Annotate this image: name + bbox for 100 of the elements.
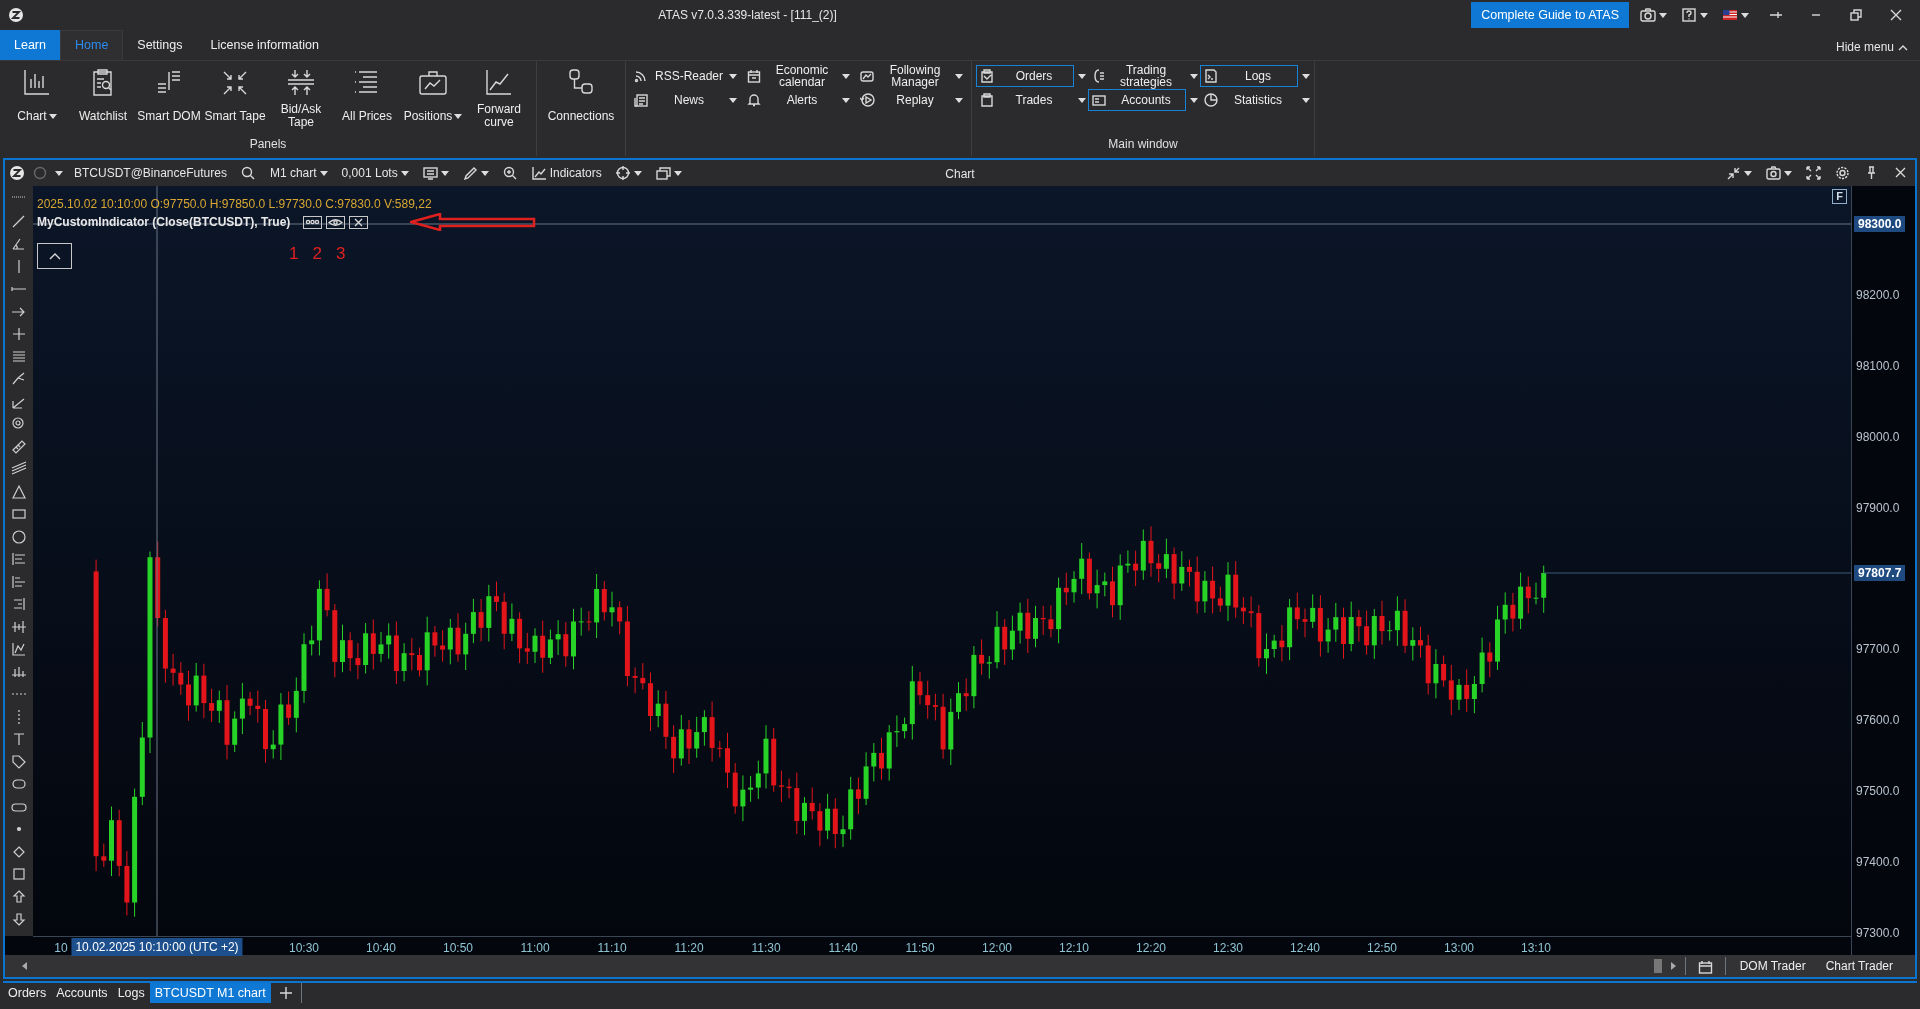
footer-button[interactable]: DOM Trader bbox=[1733, 957, 1812, 975]
down-arrow-icon[interactable] bbox=[10, 910, 28, 927]
caret-icon[interactable] bbox=[955, 97, 963, 103]
hide-menu-button[interactable]: Hide menu bbox=[1832, 38, 1912, 56]
time-label: 13:10 bbox=[1521, 940, 1551, 957]
caret-icon[interactable] bbox=[729, 97, 737, 103]
caret-icon[interactable] bbox=[955, 73, 963, 79]
main-window-button[interactable]: Logs bbox=[1200, 65, 1298, 87]
panel-button[interactable]: Bid/Ask Tape bbox=[268, 63, 334, 131]
cross-icon[interactable] bbox=[10, 325, 28, 342]
caret-icon[interactable] bbox=[440, 170, 449, 176]
caret-icon[interactable] bbox=[480, 170, 489, 176]
document-tab[interactable]: Accounts bbox=[51, 983, 113, 1003]
panel-button[interactable]: All Prices bbox=[334, 63, 400, 131]
chart-icon[interactable] bbox=[10, 640, 28, 657]
ribbon-tool-button[interactable]: Economic calendar bbox=[743, 65, 854, 87]
square-icon[interactable] bbox=[10, 865, 28, 882]
time-label: 12:50 bbox=[1367, 940, 1397, 957]
time-label: 10:40 bbox=[366, 940, 396, 957]
price-label: 98000.0 bbox=[1856, 428, 1900, 445]
caret-icon[interactable] bbox=[1659, 12, 1667, 18]
scroll-thumb[interactable] bbox=[1653, 959, 1662, 973]
group-label: Main window bbox=[1107, 136, 1179, 153]
caret-icon[interactable] bbox=[1700, 12, 1708, 18]
ribbon-tool-button[interactable]: Following Manager bbox=[856, 65, 967, 87]
eye-icon bbox=[327, 217, 345, 227]
main-window-button[interactable]: Trades bbox=[976, 89, 1074, 111]
symbol-button[interactable]: BTCUSDT@BinanceFutures bbox=[71, 164, 230, 182]
caret-icon[interactable] bbox=[633, 170, 642, 176]
tag-icon[interactable] bbox=[10, 752, 28, 770]
caret-icon[interactable] bbox=[1078, 97, 1086, 103]
main-window-button[interactable]: Trading strategies bbox=[1088, 65, 1186, 87]
caret-icon[interactable] bbox=[1784, 170, 1792, 176]
caret-icon[interactable] bbox=[842, 73, 850, 79]
timeframe-dropdown[interactable]: M1 chart bbox=[266, 164, 331, 182]
dots-icon bbox=[304, 217, 322, 227]
remove-button[interactable] bbox=[349, 215, 369, 229]
caret-icon[interactable] bbox=[400, 170, 409, 176]
caret-icon[interactable] bbox=[842, 97, 850, 103]
price-label: 97900.0 bbox=[1856, 499, 1900, 516]
caret-icon[interactable] bbox=[729, 73, 737, 79]
menu-tab[interactable]: License information bbox=[196, 30, 333, 60]
lots-dropdown[interactable]: 0,001 Lots bbox=[338, 164, 412, 182]
crosshair-price-label: 98300.0 bbox=[1854, 216, 1906, 232]
menu-tab[interactable]: Learn bbox=[0, 30, 60, 60]
clipboard-icon bbox=[980, 69, 994, 83]
ribbon-tool-button[interactable]: Replay bbox=[856, 89, 967, 111]
circle-icon[interactable] bbox=[10, 527, 28, 545]
panel-button[interactable]: Watchlist bbox=[70, 63, 136, 131]
time-label: 13:00 bbox=[1444, 940, 1474, 957]
caret-icon[interactable] bbox=[673, 170, 682, 176]
main-window-button[interactable]: Orders bbox=[976, 65, 1074, 87]
camera-button[interactable] bbox=[1637, 8, 1670, 22]
document-tab[interactable]: BTCUSDT M1 chart bbox=[149, 983, 271, 1003]
guide-button[interactable]: Complete Guide to ATAS bbox=[1471, 1, 1629, 29]
menu-tab[interactable]: Home bbox=[60, 30, 124, 60]
caret-icon[interactable] bbox=[1302, 97, 1310, 103]
panel-button[interactable]: Chart bbox=[4, 63, 70, 131]
caret-icon[interactable] bbox=[1741, 12, 1749, 18]
main-window-button[interactable]: Accounts bbox=[1088, 89, 1186, 111]
camera-icon bbox=[1766, 166, 1781, 180]
document-tab[interactable]: Orders bbox=[3, 983, 52, 1003]
chart-title: Chart bbox=[945, 166, 975, 183]
panel-button[interactable]: Forward curve bbox=[466, 63, 532, 131]
connections-button[interactable]: Connections bbox=[541, 63, 621, 131]
caret-icon[interactable] bbox=[1302, 73, 1310, 79]
time-label: 11:10 bbox=[597, 940, 627, 957]
caret-icon[interactable] bbox=[319, 170, 328, 176]
screenshot-button[interactable] bbox=[1763, 166, 1795, 180]
collapse-button[interactable] bbox=[37, 243, 72, 269]
lines-icon[interactable] bbox=[10, 460, 28, 477]
scroll-right-icon[interactable] bbox=[1669, 961, 1677, 971]
price-label: 97300.0 bbox=[1856, 925, 1900, 941]
document-tab[interactable]: Logs bbox=[112, 983, 150, 1003]
panel-button[interactable]: Smart DOM bbox=[136, 63, 202, 131]
footer-button[interactable]: Chart Trader bbox=[1819, 957, 1899, 975]
f-badge: F bbox=[1832, 189, 1847, 204]
pie-chart-icon bbox=[1204, 93, 1218, 107]
caret-icon[interactable] bbox=[1190, 73, 1198, 79]
caret-icon[interactable] bbox=[1078, 73, 1086, 79]
ribbon-tool-button[interactable]: News bbox=[630, 89, 741, 111]
menu-tab[interactable]: Settings bbox=[123, 30, 197, 60]
caret-icon[interactable] bbox=[1190, 97, 1198, 103]
caret-icon[interactable] bbox=[1744, 170, 1752, 176]
scroll-left-icon[interactable] bbox=[21, 961, 28, 971]
annotation-number: 3 bbox=[335, 243, 346, 265]
caret-icon[interactable] bbox=[55, 170, 63, 176]
caret-icon[interactable] bbox=[454, 113, 463, 119]
main-window-button[interactable]: Statistics bbox=[1200, 89, 1298, 111]
calendar-button[interactable] bbox=[1684, 957, 1726, 975]
bars-icon[interactable] bbox=[10, 550, 28, 567]
more-button[interactable] bbox=[303, 215, 323, 229]
panel-button[interactable]: Smart Tape bbox=[202, 63, 268, 131]
panel-button[interactable]: Positions bbox=[400, 63, 466, 131]
visibility-button[interactable] bbox=[326, 215, 346, 229]
caret-icon[interactable] bbox=[48, 113, 57, 119]
fullscreen-button[interactable] bbox=[1803, 166, 1824, 180]
ribbon-tool-button[interactable]: RSS-Reader bbox=[630, 65, 741, 87]
ribbon-tool-button[interactable]: Alerts bbox=[743, 89, 854, 111]
indicators-button[interactable]: Indicators bbox=[528, 164, 605, 182]
